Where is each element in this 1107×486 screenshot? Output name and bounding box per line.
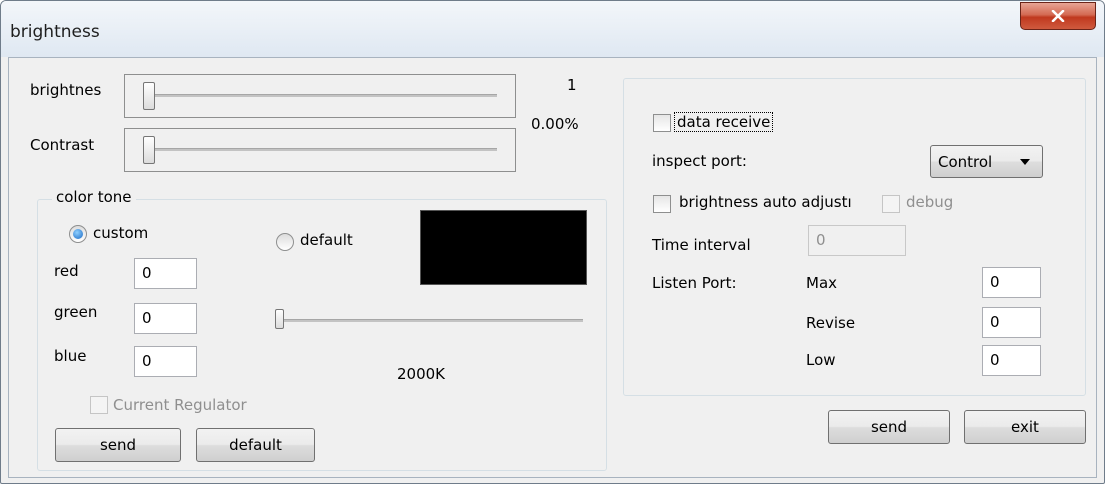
debug-label: debug — [906, 193, 954, 211]
send-button-label: send — [870, 418, 908, 436]
contrast-slider[interactable] — [124, 128, 516, 172]
close-button[interactable] — [1020, 2, 1096, 30]
blue-label: blue — [54, 347, 87, 365]
current-regulator-label: Current Regulator — [113, 396, 247, 414]
low-input[interactable]: 0 — [982, 345, 1041, 376]
revise-label: Revise — [806, 314, 856, 332]
color-default-label: default — [229, 436, 282, 454]
red-input[interactable]: 0 — [134, 258, 197, 289]
revise-input-value: 0 — [990, 313, 1000, 331]
current-regulator-checkbox[interactable] — [90, 396, 108, 414]
data-receive-checkbox[interactable] — [653, 114, 671, 132]
color-temperature-slider[interactable] — [275, 309, 585, 331]
contrast-slider-track — [143, 148, 497, 151]
revise-input[interactable]: 0 — [982, 307, 1041, 338]
temperature-value: 2000K — [397, 365, 446, 383]
time-interval-value: 0 — [816, 231, 826, 249]
brightness-label: brightnes — [30, 81, 102, 99]
green-input-value: 0 — [142, 309, 152, 327]
listen-port-label: Listen Port: — [652, 274, 737, 292]
max-input-value: 0 — [990, 273, 1000, 291]
green-label: green — [54, 303, 98, 321]
exit-button[interactable]: exit — [964, 410, 1086, 444]
window-title: brightness — [10, 22, 100, 42]
exit-button-label: exit — [1011, 418, 1039, 436]
color-default-button[interactable]: default — [196, 428, 315, 462]
time-interval-input[interactable]: 0 — [808, 225, 906, 256]
brightness-dialog: brightness brightnes 1 0.00% Contrast co… — [0, 0, 1105, 484]
red-label: red — [54, 262, 79, 280]
max-input[interactable]: 0 — [982, 267, 1041, 298]
green-input[interactable]: 0 — [134, 303, 197, 334]
custom-radio-label[interactable]: custom — [93, 224, 148, 242]
inspect-port-dropdown[interactable]: Control — [930, 145, 1043, 178]
brightness-slider-track — [143, 94, 497, 97]
custom-radio[interactable] — [69, 225, 87, 243]
chevron-down-icon — [1020, 159, 1030, 165]
brightness-slider-thumb[interactable] — [143, 82, 155, 110]
low-input-value: 0 — [990, 351, 1000, 369]
color-send-button[interactable]: send — [55, 428, 181, 462]
time-interval-label: Time interval — [652, 236, 751, 254]
red-input-value: 0 — [142, 264, 152, 282]
inspect-port-value: Control — [938, 153, 993, 171]
blue-input[interactable]: 0 — [134, 346, 197, 377]
debug-checkbox[interactable] — [882, 195, 900, 213]
color-temperature-track — [279, 319, 583, 322]
percent-value: 0.00% — [531, 115, 579, 133]
low-label: Low — [806, 351, 836, 369]
color-tone-caption: color tone — [52, 188, 136, 206]
blue-input-value: 0 — [142, 352, 152, 370]
inspect-port-label: inspect port: — [652, 152, 747, 170]
color-preview-swatch — [420, 210, 587, 285]
default-radio-label[interactable]: default — [300, 231, 353, 249]
color-temperature-thumb[interactable] — [275, 309, 284, 329]
dialog-client-area: brightnes 1 0.00% Contrast color tone cu… — [8, 57, 1097, 478]
send-button[interactable]: send — [828, 410, 950, 444]
default-radio[interactable] — [276, 233, 294, 251]
brightness-slider[interactable] — [124, 74, 516, 118]
color-send-label: send — [99, 436, 137, 454]
close-icon — [1051, 10, 1065, 22]
brightness-value: 1 — [567, 76, 577, 94]
contrast-label: Contrast — [30, 136, 95, 154]
auto-adjust-label[interactable]: brightness auto adjustı — [679, 193, 852, 211]
max-label: Max — [806, 274, 838, 292]
auto-adjust-checkbox[interactable] — [653, 195, 671, 213]
data-receive-label[interactable]: data receive — [674, 112, 774, 132]
title-bar[interactable]: brightness — [1, 1, 1104, 57]
contrast-slider-thumb[interactable] — [143, 136, 155, 164]
